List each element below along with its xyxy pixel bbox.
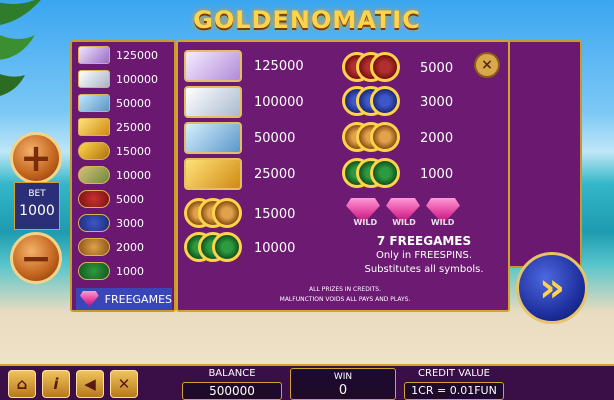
paytable-panel: 125000 100000 50000 25000 15000 10000 50…: [176, 40, 510, 312]
mini-paytable-row: 15000: [78, 140, 151, 162]
blue-bar-coins-icon: [342, 86, 400, 118]
bet-label: BET: [28, 189, 46, 199]
paytable-row: 3000: [342, 86, 453, 118]
paytable-value: 50000: [254, 130, 296, 146]
red-seven-coins-icon: [342, 52, 400, 84]
bet-increase-button[interactable]: +: [10, 132, 62, 184]
banknotes-symbol-icon: [184, 232, 242, 264]
mini-freegames-row: FREEGAMES: [76, 288, 172, 310]
gold-bars-symbol-icon: [78, 142, 110, 160]
spin-button[interactable]: »: [516, 252, 588, 324]
paytable-side-panel: [510, 40, 582, 268]
paytable-row: 125000: [184, 50, 304, 82]
bell-coins-icon: [342, 122, 400, 154]
paytable-value: 15000: [254, 206, 296, 222]
info-button[interactable]: i: [42, 370, 70, 398]
bell-coins-icon: [78, 238, 110, 256]
paytable-value: 5000: [420, 60, 454, 76]
malfunction-note: MALFUNCTION VOIDS ALL PAYS AND PLAYS.: [279, 296, 411, 303]
tools-icon: ✕: [117, 375, 131, 393]
paytable-row: 2000: [342, 122, 453, 154]
paytable-row: 50000: [184, 122, 295, 154]
mini-paytable-row: 3000: [78, 212, 144, 234]
paytable-value: 10000: [254, 240, 296, 256]
sportscar-symbol-icon: [78, 118, 110, 136]
mini-paytable-value: 15000: [116, 144, 151, 158]
mini-paytable-row: 2000: [78, 236, 144, 258]
gold-bars-symbol-icon: [184, 198, 242, 230]
freegames-condition: Only in FREESPINS.: [375, 250, 473, 261]
bet-decrease-button[interactable]: −: [10, 232, 62, 284]
red-seven-coins-icon: [78, 190, 110, 208]
bottom-bar: ⌂ i ◀ ✕ BALANCE 500000 WIN 0 CREDIT VALU…: [0, 364, 614, 400]
paytable-row: 1000: [342, 158, 453, 190]
mini-paytable-value: 25000: [116, 120, 151, 134]
paytable-value: 3000: [420, 94, 454, 110]
mini-paytable-row: 5000: [78, 188, 144, 210]
balance-label: BALANCE: [208, 368, 256, 379]
paytable-row: 100000: [184, 86, 304, 118]
win-label: WIN: [333, 372, 353, 382]
wild-label: WILD: [392, 218, 416, 227]
settings-button[interactable]: ✕: [110, 370, 138, 398]
paytable-value: 1000: [420, 166, 454, 182]
balance-value: 500000: [182, 382, 282, 400]
freegames-substitute: Substitutes all symbols.: [364, 264, 484, 275]
mini-paytable-row: 10000: [78, 164, 151, 186]
game-title: GOLDENOMATIC: [193, 6, 421, 34]
speaker-icon: ◀: [84, 375, 96, 393]
prizes-note: ALL PRIZES IN CREDITS.: [309, 286, 381, 293]
mansion-symbol-icon: [184, 86, 242, 118]
paytable-row: 25000: [184, 158, 295, 190]
banknotes-symbol-icon: [78, 166, 110, 184]
paytable-row: 10000: [184, 232, 295, 264]
cherry-coins-icon: [342, 158, 400, 190]
credit-value-display[interactable]: 1CR = 0.01FUN: [404, 382, 504, 400]
mini-paytable-row: 1000: [78, 260, 144, 282]
paytable-row: 15000: [184, 198, 295, 230]
mini-paytable-value: 5000: [116, 192, 144, 206]
yacht-symbol-icon: [184, 50, 242, 82]
mini-paytable-value: 2000: [116, 240, 144, 254]
mini-paytable-row: 100000: [78, 68, 158, 90]
info-icon: i: [53, 375, 59, 393]
mini-paytable-value: 10000: [116, 168, 151, 182]
mini-paytable-value: 125000: [116, 48, 158, 62]
paytable-row: 5000: [342, 52, 453, 84]
mini-paytable-row: 125000: [78, 44, 158, 66]
sportscar-symbol-icon: [184, 158, 242, 190]
credit-value-label: CREDIT VALUE: [418, 368, 490, 379]
sound-button[interactable]: ◀: [76, 370, 104, 398]
win-box: WIN 0: [290, 368, 396, 400]
paytable-value: 125000: [254, 58, 304, 74]
mansion-symbol-icon: [78, 70, 110, 88]
yacht-symbol-icon: [78, 46, 110, 64]
mini-paytable: 125000 100000 50000 25000 15000 10000 50…: [70, 40, 176, 312]
freegames-title: 7 FREEGAMES: [376, 234, 472, 248]
cherry-coins-icon: [78, 262, 110, 280]
home-icon: ⌂: [16, 375, 28, 393]
mini-paytable-value: 50000: [116, 96, 151, 110]
bet-display: BET 1000: [14, 182, 60, 230]
paytable-value: 25000: [254, 166, 296, 182]
bet-value: 1000: [19, 203, 55, 219]
mini-paytable-value: 100000: [116, 72, 158, 86]
wild-label: WILD: [430, 218, 455, 227]
wild-label: WILD: [353, 218, 378, 227]
close-paytable-button[interactable]: ×: [474, 52, 500, 78]
blue-bar-coins-icon: [78, 214, 110, 232]
jet-symbol-icon: [184, 122, 242, 154]
mini-paytable-row: 25000: [78, 116, 151, 138]
paytable-value: 2000: [420, 130, 454, 146]
jet-symbol-icon: [78, 94, 110, 112]
double-chevron-right-icon: »: [539, 265, 565, 311]
mini-paytable-value: 3000: [116, 216, 144, 230]
win-value: 0: [338, 383, 348, 398]
mini-freegames-label: FREEGAMES: [104, 292, 172, 306]
mini-paytable-row: 50000: [78, 92, 151, 114]
mini-paytable-value: 1000: [116, 264, 144, 278]
paytable-value: 100000: [254, 94, 304, 110]
diamond-wild-icon: [80, 291, 99, 307]
home-button[interactable]: ⌂: [8, 370, 36, 398]
